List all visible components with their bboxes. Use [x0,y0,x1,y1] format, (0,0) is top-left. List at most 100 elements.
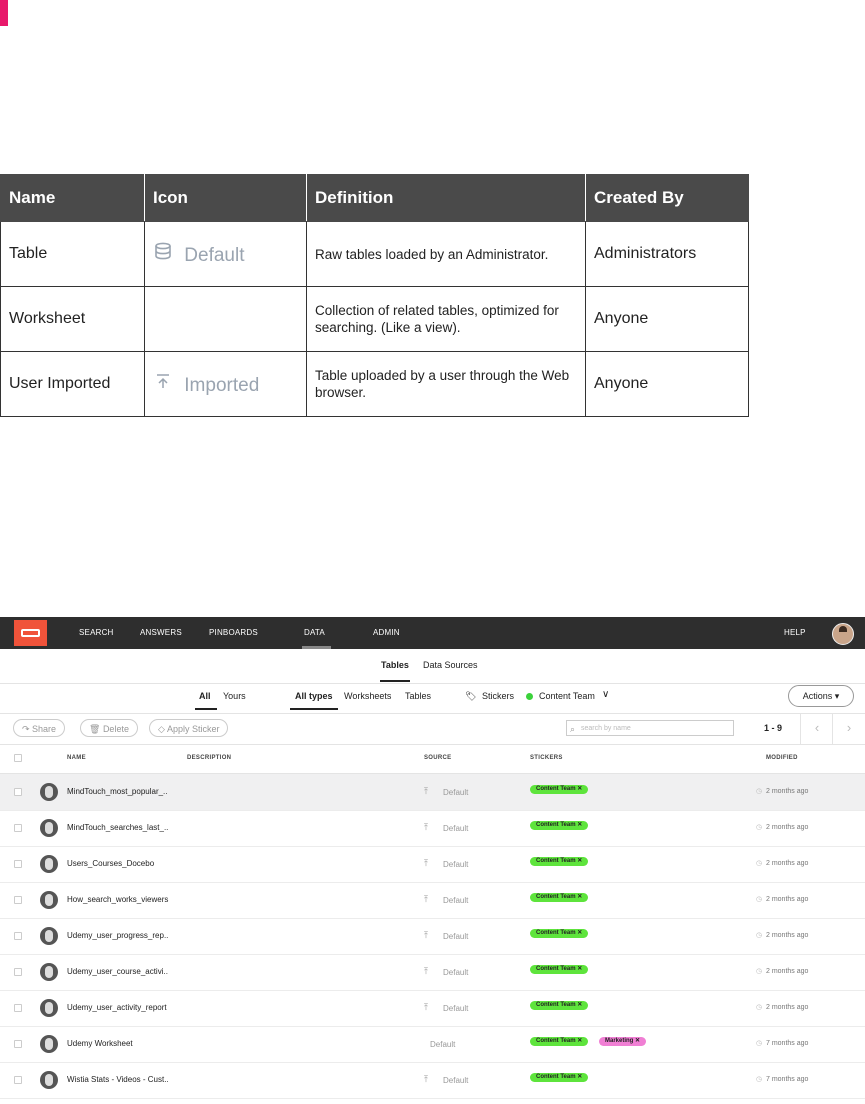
next-page-button[interactable]: › [832,714,865,744]
nav-pinboards[interactable]: PINBOARDS [209,628,258,637]
table-row[interactable]: Users_Courses_Docebo ⤒ Default Content T… [0,846,865,883]
delete-label: Delete [102,724,129,734]
sticker-content-team[interactable]: Content Team ✕ [530,785,589,794]
delete-button[interactable]: 🗑 Delete [80,719,138,737]
row-name[interactable]: Udemy Worksheet [67,1039,133,1048]
actions-button[interactable]: Actions ▾ [788,685,854,707]
owner-avatar-icon [40,927,58,945]
modified-text: 2 months ago [766,1004,809,1011]
sticker-content-team[interactable]: Content Team ✕ [530,929,589,938]
table-row[interactable]: MindTouch_searches_last_.. ⤒ Default Con… [0,810,865,847]
sticker-label: Content Team [536,786,576,792]
owner-avatar-icon [40,1035,58,1053]
cell-name: User Imported [0,351,145,417]
sticker-label: Content Team [536,1038,576,1044]
row-name[interactable]: How_search_works_viewers [67,895,168,904]
row-checkbox[interactable] [14,896,22,904]
clock-icon: ◷ [756,968,763,975]
clock-icon: ◷ [756,1004,763,1011]
nav-help[interactable]: HELP [784,628,806,637]
col-description[interactable]: DESCRIPTION [187,755,231,761]
apply-sticker-button[interactable]: ◇ Apply Sticker [149,719,229,737]
table-row[interactable]: Udemy Worksheet Default Content Team ✕ M… [0,1026,865,1063]
row-name[interactable]: Udemy_user_course_activi.. [67,967,168,976]
row-name[interactable]: Users_Courses_Docebo [67,859,154,868]
clock-icon: ◷ [756,1040,763,1047]
tab-tables[interactable]: Tables [381,660,409,670]
row-checkbox[interactable] [14,1004,22,1012]
owner-avatar-icon [40,999,58,1017]
col-name[interactable]: NAME [67,755,86,761]
table-row[interactable]: How_search_works_viewers ⤒ Default Conte… [0,882,865,919]
modified-text: 7 months ago [766,1040,809,1047]
sticker-content-team[interactable]: Content Team ✕ [530,893,589,902]
filter-worksheets[interactable]: Worksheets [344,691,391,701]
sticker-selected[interactable]: Content Team [539,691,595,701]
row-name[interactable]: MindTouch_most_popular_.. [67,787,168,796]
sticker-content-team[interactable]: Content Team ✕ [530,1037,589,1046]
nav-answers[interactable]: ANSWERS [140,628,182,637]
object-types-table: Name Icon Definition Created By Table De… [0,174,749,417]
header-created-by: Created By [585,174,749,222]
chevron-down-icon[interactable]: ∨ [602,689,609,700]
upload-icon: ⤒ [424,1002,428,1012]
table-row: Worksheet Collection of related tables, … [0,286,749,352]
select-all-checkbox[interactable] [14,754,22,762]
row-modified: ◷ 2 months ago [756,824,808,831]
row-source: Default [443,968,469,977]
row-source: Default [443,932,469,941]
nav-admin[interactable]: ADMIN [373,628,400,637]
filter-all[interactable]: All [199,691,211,701]
cell-icon [144,286,307,352]
apply-sticker-label: Apply Sticker [166,724,220,734]
row-checkbox[interactable] [14,824,22,832]
clock-icon: ◷ [756,788,763,795]
page-range: 1 - 9 [764,723,783,733]
row-name[interactable]: Wistia Stats - Videos - Cust.. [67,1075,169,1084]
tab-data-sources[interactable]: Data Sources [423,660,478,670]
col-modified[interactable]: MODIFIED [766,755,798,761]
row-name[interactable]: MindTouch_searches_last_.. [67,823,168,832]
sticker-content-team[interactable]: Content Team ✕ [530,1073,589,1082]
filter-all-types[interactable]: All types [295,691,333,701]
search-input[interactable]: ⌕ search by name [566,720,734,736]
filter-tables[interactable]: Tables [405,691,431,701]
row-source: Default [443,860,469,869]
sticker-content-team[interactable]: Content Team ✕ [530,1001,589,1010]
row-modified: ◷ 2 months ago [756,788,808,795]
row-checkbox[interactable] [14,1040,22,1048]
sticker-marketing[interactable]: Marketing ✕ [599,1037,647,1046]
nav-data[interactable]: DATA [304,628,325,637]
nav-search[interactable]: SEARCH [79,628,114,637]
app-logo[interactable] [14,620,47,646]
table-row[interactable]: Udemy_user_activity_report ⤒ Default Con… [0,990,865,1027]
col-source[interactable]: SOURCE [424,755,451,761]
row-checkbox[interactable] [14,968,22,976]
stickers-label[interactable]: Stickers [482,691,514,701]
sticker-content-team[interactable]: Content Team ✕ [530,821,589,830]
owner-avatar-icon [40,963,58,981]
table-row[interactable]: Udemy_user_course_activi.. ⤒ Default Con… [0,954,865,991]
row-checkbox[interactable] [14,1076,22,1084]
trash-icon: 🗑 [89,724,103,734]
sticker-content-team[interactable]: Content Team ✕ [530,965,589,974]
table-row[interactable]: MindTouch_most_popular_.. ⤒ Default Cont… [0,774,865,811]
prev-page-button[interactable]: ‹ [800,714,833,744]
table-row[interactable]: Wistia Stats - Videos - Cust.. ⤒ Default… [0,1062,865,1099]
sticker-content-team[interactable]: Content Team ✕ [530,857,589,866]
modified-text: 2 months ago [766,968,809,975]
sticker-label: Content Team [536,1002,576,1008]
row-checkbox[interactable] [14,788,22,796]
filter-yours[interactable]: Yours [223,691,246,701]
row-checkbox[interactable] [14,932,22,940]
row-modified: ◷ 2 months ago [756,932,808,939]
row-name[interactable]: Udemy_user_activity_report [67,1003,167,1012]
col-stickers[interactable]: STICKERS [530,755,563,761]
share-button[interactable]: ↷ Share [13,719,66,737]
cell-icon: Default [144,221,307,287]
tab-active-indicator [380,680,410,682]
avatar[interactable] [832,623,854,645]
table-row[interactable]: Udemy_user_progress_rep.. ⤒ Default Cont… [0,918,865,955]
row-checkbox[interactable] [14,860,22,868]
row-name[interactable]: Udemy_user_progress_rep.. [67,931,168,940]
